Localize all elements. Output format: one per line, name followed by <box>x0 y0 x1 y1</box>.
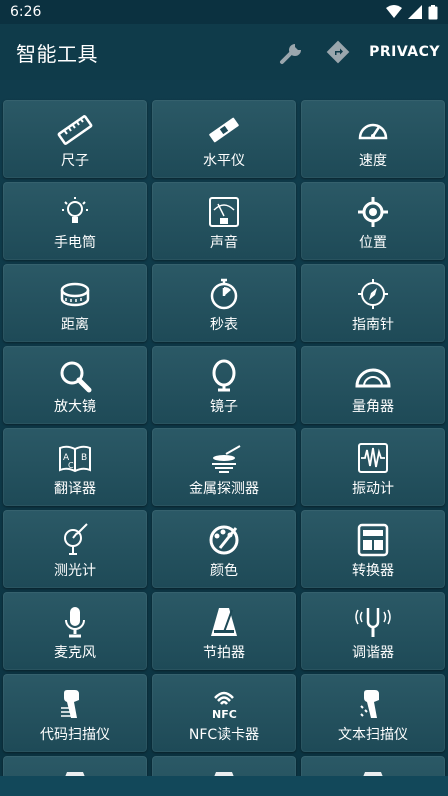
tool-tile[interactable]: 镜子 <box>152 346 296 424</box>
speedometer-icon <box>355 112 391 148</box>
bottom-bar <box>0 776 448 796</box>
partial-icon <box>57 768 93 776</box>
tool-label: 转换器 <box>352 563 394 579</box>
tool-tile[interactable]: 麦克风 <box>3 592 147 670</box>
privacy-button[interactable]: PRIVACY <box>369 44 440 60</box>
tool-tile[interactable]: 速度 <box>301 100 445 178</box>
svg-text:B: B <box>81 453 87 463</box>
tool-tile[interactable]: 位置 <box>301 182 445 260</box>
tool-tile[interactable]: 节拍器 <box>152 592 296 670</box>
tool-tile[interactable]: 振动计 <box>301 428 445 506</box>
partial-icon <box>355 768 391 776</box>
compass-icon <box>355 276 391 312</box>
tool-tile[interactable]: NFC NFC读卡器 <box>152 674 296 752</box>
tool-label: 水平仪 <box>203 153 245 169</box>
tool-tile[interactable]: 距离 <box>3 264 147 342</box>
tool-tile[interactable]: 文本扫描仪 <box>301 674 445 752</box>
tool-label: NFC读卡器 <box>188 727 260 743</box>
tool-label: 指南针 <box>352 317 394 333</box>
tool-label: 振动计 <box>352 481 394 497</box>
translator-book-icon: ABC <box>57 440 93 476</box>
nfc-icon: NFC <box>206 686 242 722</box>
mirror-icon <box>206 358 242 394</box>
metronome-icon <box>206 604 242 640</box>
tool-label: 手电筒 <box>54 235 96 251</box>
protractor-icon <box>355 358 391 394</box>
tool-tile[interactable]: 转换器 <box>301 510 445 588</box>
location-crosshair-icon <box>355 194 391 230</box>
tool-tile[interactable] <box>152 756 296 776</box>
sound-meter-icon <box>206 194 242 230</box>
tool-label: 文本扫描仪 <box>338 727 408 743</box>
tool-label: 调谐器 <box>352 645 394 661</box>
svg-text:NFC: NFC <box>212 708 237 721</box>
tool-label: 量角器 <box>352 399 394 415</box>
tool-label: 距离 <box>61 317 89 333</box>
directions-diamond-icon[interactable] <box>325 39 351 65</box>
level-icon <box>206 112 242 148</box>
tool-label: 声音 <box>210 235 238 251</box>
tool-tile[interactable]: 调谐器 <box>301 592 445 670</box>
tool-label: 节拍器 <box>203 645 245 661</box>
tool-grid: 尺子 水平仪 速度手电筒 声音 位置距离 秒表 指南针放大镜 镜子 量角器 A B C 翻译器 金属探测器… <box>3 100 445 776</box>
svg-text:C: C <box>68 461 74 470</box>
page-title: 智能工具 <box>16 41 98 66</box>
tool-tile[interactable]: 放大镜 <box>3 346 147 424</box>
tool-label: 速度 <box>359 153 387 169</box>
text-scanner-icon <box>355 686 391 722</box>
tuning-fork-icon <box>355 604 391 640</box>
tool-tile[interactable]: 水平仪 <box>152 100 296 178</box>
tape-measure-icon <box>57 276 93 312</box>
light-meter-icon <box>57 522 93 558</box>
tool-tile[interactable]: 量角器 <box>301 346 445 424</box>
unit-converter-icon <box>355 522 391 558</box>
tool-tile[interactable]: 尺子 <box>3 100 147 178</box>
metal-detector-icon <box>206 440 242 476</box>
flashlight-bulb-icon <box>57 194 93 230</box>
tool-tile[interactable]: 代码扫描仪 <box>3 674 147 752</box>
wifi-icon <box>386 5 402 19</box>
tool-tile[interactable]: 颜色 <box>152 510 296 588</box>
stopwatch-icon <box>206 276 242 312</box>
tool-label: 翻译器 <box>54 481 96 497</box>
tool-tile[interactable]: 秒表 <box>152 264 296 342</box>
tool-tile[interactable]: 金属探测器 <box>152 428 296 506</box>
partial-icon <box>206 768 242 776</box>
tool-tile[interactable]: A B C 翻译器 <box>3 428 147 506</box>
barcode-scanner-icon <box>57 686 93 722</box>
tool-label: 麦克风 <box>54 645 96 661</box>
wrench-icon[interactable] <box>279 38 307 66</box>
ruler-icon <box>57 112 93 148</box>
tool-label: 尺子 <box>61 153 89 169</box>
tool-tile[interactable]: 手电筒 <box>3 182 147 260</box>
app-bar: 智能工具 PRIVACY <box>0 24 448 80</box>
tool-label: 镜子 <box>210 399 238 415</box>
tool-tile[interactable] <box>301 756 445 776</box>
vibration-meter-icon <box>355 440 391 476</box>
tool-label: 颜色 <box>210 563 238 579</box>
tool-tile[interactable] <box>3 756 147 776</box>
magnifier-icon <box>57 358 93 394</box>
color-palette-icon <box>206 522 242 558</box>
tool-tile[interactable]: 测光计 <box>3 510 147 588</box>
tool-label: 秒表 <box>210 317 238 333</box>
microphone-icon <box>57 604 93 640</box>
tool-tile[interactable]: 指南针 <box>301 264 445 342</box>
tool-label: 金属探测器 <box>189 481 259 497</box>
battery-icon <box>428 4 438 20</box>
status-time: 6:26 <box>10 4 42 20</box>
tool-grid-area: 尺子 水平仪 速度手电筒 声音 位置距离 秒表 指南针放大镜 镜子 量角器 A B C 翻译器 金属探测器… <box>0 80 448 776</box>
tool-label: 放大镜 <box>54 399 96 415</box>
tool-tile[interactable]: 声音 <box>152 182 296 260</box>
tool-label: 测光计 <box>54 563 96 579</box>
status-bar: 6:26 <box>0 0 448 24</box>
tool-label: 代码扫描仪 <box>40 727 110 743</box>
signal-icon <box>408 5 422 19</box>
tool-label: 位置 <box>359 235 387 251</box>
